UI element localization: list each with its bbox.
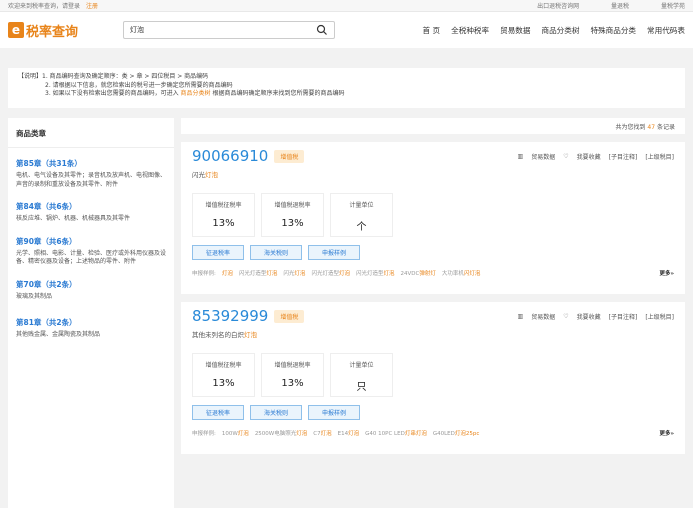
vat-levy-rate: 增值税征税率 13% xyxy=(192,193,255,237)
unit-of-measure: 计量单位只 xyxy=(330,353,393,397)
vat-refund-rate: 增值税退税率 13% xyxy=(261,193,324,237)
hs-code[interactable]: 90066910 xyxy=(192,147,268,165)
vat-refund-rate: 增值税退税率 13% xyxy=(261,353,324,397)
chapter-item[interactable]: 第84章（共6条） 核反应堆、锅炉、机器、机械器具及其零件 xyxy=(8,189,174,224)
tax-rate-button[interactable]: 征退税率 xyxy=(192,405,244,420)
example-link[interactable]: 100W灯泡 xyxy=(222,429,249,437)
example-link[interactable]: 闪光灯造型灯泡 xyxy=(239,269,278,277)
nav-item-code-table[interactable]: 常用代码表 xyxy=(647,25,685,36)
result-card: 85392999 增值税 ▥ 贸易数据 ♡ 我要收藏 [子目注释] [上级税目]… xyxy=(181,302,685,454)
chapter-title[interactable]: 第70章（共2条） xyxy=(16,279,166,290)
register-link[interactable]: 注册 xyxy=(86,3,98,10)
chapter-desc: 核反应堆、锅炉、机器、机械器具及其零件 xyxy=(16,215,131,222)
example-link[interactable]: C7灯泡 xyxy=(313,429,331,437)
notice-line: 【说明】1. 商品编码查询及确定顺序：类 > 章 > 四位税目 > 商品编码 xyxy=(18,73,209,80)
sidebar-title: 商品类章 xyxy=(8,118,174,148)
favorite-link[interactable]: 我要收藏 xyxy=(577,152,601,161)
logo-icon: e xyxy=(8,22,24,38)
example-link[interactable]: 闪光灯造型灯泡 xyxy=(311,269,350,277)
declaration-examples: 申报样例: 100W灯泡 2500W电脑照光灯泡 C7灯泡 E14灯泡 G40 … xyxy=(192,429,674,437)
nav-item-all-tax[interactable]: 全税种税率 xyxy=(451,25,489,36)
declaration-example-button[interactable]: 申报样例 xyxy=(308,245,360,260)
welcome-text: 欢迎来到税率查询，请登录 xyxy=(8,3,81,10)
example-link[interactable]: 2500W电脑照光灯泡 xyxy=(255,429,307,437)
chapter-desc: 其他贱金属、金属陶瓷及其制品 xyxy=(16,331,101,338)
search-input[interactable]: 灯泡 xyxy=(123,21,335,39)
trade-data-link[interactable]: 贸易数据 xyxy=(531,312,555,321)
hs-code[interactable]: 85392999 xyxy=(192,307,268,325)
tax-rate-button[interactable]: 征退税率 xyxy=(192,245,244,260)
example-link[interactable]: 24VDC弹射灯 xyxy=(401,269,436,277)
item-description: 其他未列名的白炽灯泡 xyxy=(192,331,257,339)
header: e 税率查询 灯泡 首 页 全税种税率 贸易数据 商品分类树 特殊商品分类 常用… xyxy=(0,12,693,48)
top-link[interactable]: 出口退税咨询网 xyxy=(537,3,579,10)
chapter-item[interactable]: 第70章（共2条） 玻璃及其制品 xyxy=(8,267,174,302)
example-link[interactable]: 灯泡 xyxy=(222,269,233,277)
declaration-examples: 申报样例: 灯泡 闪光灯造型灯泡 闪光灯泡 闪光灯造型灯泡 闪光灯造型灯泡 24… xyxy=(192,269,674,277)
heart-icon: ♡ xyxy=(563,312,569,320)
declaration-example-button[interactable]: 申报样例 xyxy=(308,405,360,420)
chapter-item[interactable]: 第85章（共31条） 电机、电气设备及其零件；录音机及放声机、电视图像、声音的录… xyxy=(8,148,174,189)
nav-item-trade-data[interactable]: 贸易数据 xyxy=(500,25,530,36)
chapter-title[interactable]: 第81章（共2条） xyxy=(16,317,166,328)
unit-of-measure: 计量单位个 xyxy=(330,193,393,237)
status-badge: 增值税 xyxy=(274,149,305,163)
top-link[interactable]: 量退税 xyxy=(611,3,629,10)
logo-text: 税率查询 xyxy=(26,24,79,40)
results-area: 共为您找到 47 条记录 90066910 增值税 ▥ 贸易数据 ♡ 我要收藏 … xyxy=(181,118,685,508)
item-description: 闪光灯泡 xyxy=(192,171,218,179)
bar-chart-icon: ▥ xyxy=(517,152,524,160)
chapter-title[interactable]: 第90章（共6条） xyxy=(16,236,166,247)
favorite-link[interactable]: 我要收藏 xyxy=(577,312,601,321)
nav-item-special-category[interactable]: 特殊商品分类 xyxy=(590,25,636,36)
more-link[interactable]: 更多» xyxy=(659,269,674,277)
category-tree-link[interactable]: 商品分类树 xyxy=(181,90,211,97)
chapter-desc: 玻璃及其制品 xyxy=(16,292,53,300)
chapter-title[interactable]: 第85章（共31条） xyxy=(16,158,166,169)
example-link[interactable]: G40 10PC LED灯串灯泡 xyxy=(365,429,427,437)
search-value[interactable]: 灯泡 xyxy=(130,25,144,35)
example-link[interactable]: E14灯泡 xyxy=(338,429,360,437)
customs-tariff-button[interactable]: 海关税则 xyxy=(250,405,302,420)
search-icon[interactable] xyxy=(316,24,328,36)
main-nav: 首 页 全税种税率 贸易数据 商品分类树 特殊商品分类 常用代码表 xyxy=(423,25,685,36)
sidebar: 商品类章 第85章（共31条） 电机、电气设备及其零件；录音机及放声机、电视图像… xyxy=(8,118,174,508)
notice-box: 【说明】1. 商品编码查询及确定顺序：类 > 章 > 四位税目 > 商品编码 2… xyxy=(8,68,685,108)
top-link[interactable]: 量税学苑 xyxy=(661,3,685,10)
example-link[interactable]: G40LED灯泡25pc xyxy=(433,429,480,437)
chapter-desc: 电机、电气设备及其零件；录音机及放声机、电视图像、声音的录制和重放设备及其零件、… xyxy=(16,172,167,188)
parent-heading-link[interactable]: [上级税目] xyxy=(645,312,674,321)
chapter-desc: 光学、照相、电影、计量、检验、医疗或外科用仪器及设备、精密仪器及设备；上述物品的… xyxy=(16,249,167,266)
result-count: 共为您找到 47 条记录 xyxy=(181,118,685,134)
result-card: 90066910 增值税 ▥ 贸易数据 ♡ 我要收藏 [子目注释] [上级税目]… xyxy=(181,142,685,294)
top-bar: 欢迎来到税率查询，请登录 注册 出口退税咨询网 量退税 量税学苑 xyxy=(0,0,693,12)
more-link[interactable]: 更多» xyxy=(659,429,674,437)
vat-levy-rate: 增值税征税率 13% xyxy=(192,353,255,397)
heart-icon: ♡ xyxy=(563,152,569,160)
parent-heading-link[interactable]: [上级税目] xyxy=(645,152,674,161)
example-link[interactable]: 闪光灯造型灯泡 xyxy=(356,269,395,277)
chapter-item[interactable]: 第81章（共2条） 其他贱金属、金属陶瓷及其制品 xyxy=(8,301,174,340)
notice-line: 2. 请根据以下信息，就您检索出的税号进一步确定您所需要的商品编码 xyxy=(45,81,233,89)
chapter-title[interactable]: 第84章（共6条） xyxy=(16,201,166,212)
subheading-notes-link[interactable]: [子目注释] xyxy=(609,152,638,161)
example-link[interactable]: 大功率机闪灯泡 xyxy=(442,269,481,277)
status-badge: 增值税 xyxy=(274,309,305,323)
notice-line: 3. 如果以下没有检索出您需要的商品编码，可进入 商品分类树 根据商品编码确定顺… xyxy=(45,90,345,97)
trade-data-link[interactable]: 贸易数据 xyxy=(531,152,555,161)
customs-tariff-button[interactable]: 海关税则 xyxy=(250,245,302,260)
example-link[interactable]: 闪光灯泡 xyxy=(283,269,305,277)
subheading-notes-link[interactable]: [子目注释] xyxy=(609,312,638,321)
site-logo[interactable]: e 税率查询 xyxy=(8,21,108,40)
chapter-item[interactable]: 第90章（共6条） 光学、照相、电影、计量、检验、医疗或外科用仪器及设备、精密仪… xyxy=(8,224,174,267)
nav-item-home[interactable]: 首 页 xyxy=(423,25,441,36)
nav-item-category-tree[interactable]: 商品分类树 xyxy=(542,25,580,36)
bar-chart-icon: ▥ xyxy=(517,312,524,320)
